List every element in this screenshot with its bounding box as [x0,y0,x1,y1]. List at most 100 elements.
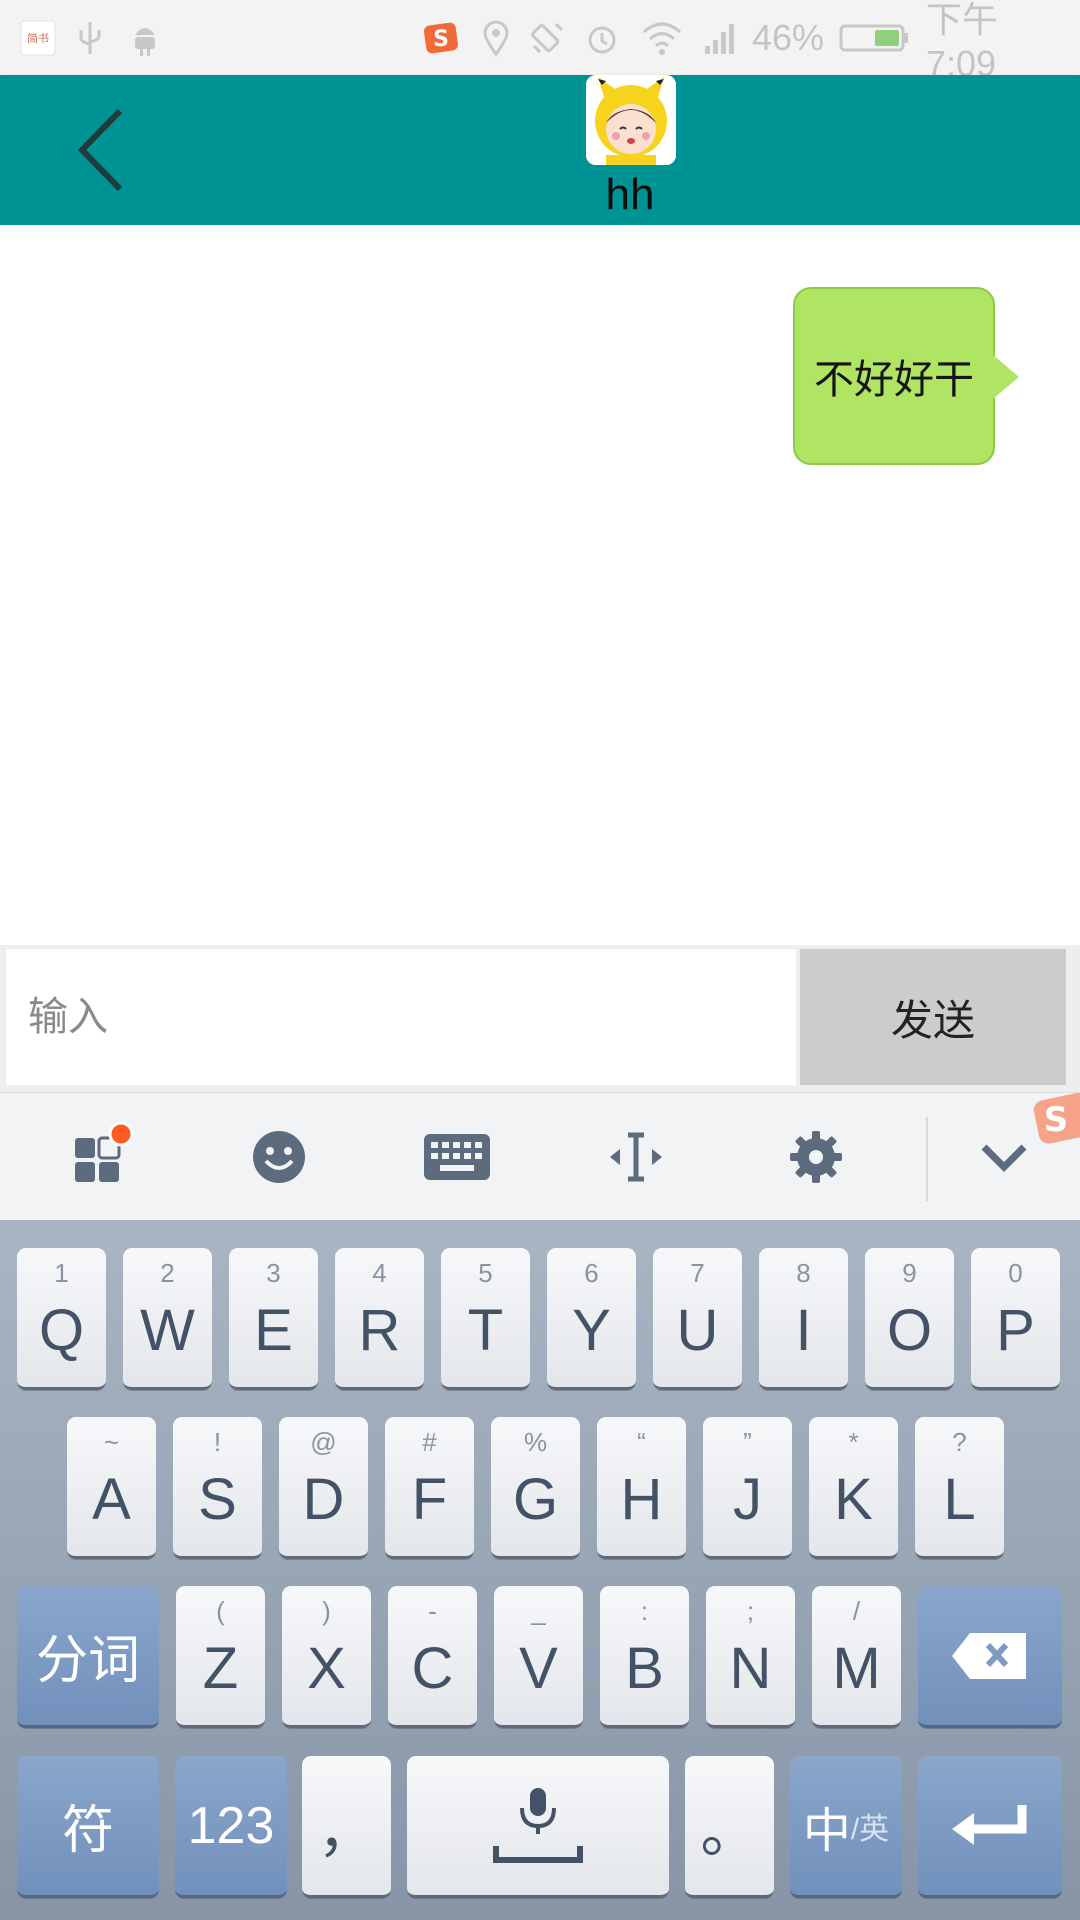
key-k[interactable]: * K [809,1417,898,1559]
enter-icon [952,1804,1027,1845]
key-l[interactable]: ? L [915,1417,1004,1559]
key-letter: E [254,1298,293,1363]
enter-key[interactable] [918,1756,1062,1898]
rotation-icon [528,0,568,75]
key-hint: 6 [584,1258,599,1288]
backspace-key[interactable] [918,1586,1062,1728]
key-z[interactable]: (Z [176,1586,265,1728]
key-hint: 0 [1008,1258,1023,1288]
notification-dot [108,1122,134,1147]
key-m[interactable]: / M [812,1586,901,1728]
key-hint: 2 [160,1258,175,1288]
key-letter: O [886,1298,933,1363]
signal-icon [700,0,740,75]
avatar[interactable] [586,75,676,165]
key-letter: S [198,1467,237,1532]
key-f[interactable]: # F [385,1417,474,1559]
svg-text:S: S [433,27,449,52]
key-letter: D [302,1467,345,1532]
key-d[interactable]: @ D [279,1417,368,1559]
key-letter: A [92,1467,131,1532]
segment-key[interactable]: 分词 [17,1586,159,1728]
apps-grid-button[interactable] [40,1093,160,1221]
key-y[interactable]: 6Y [547,1248,636,1390]
jianshu-app-icon: 简书 [18,0,58,75]
key-letter: Q [38,1298,85,1363]
key-hint: 5 [478,1258,493,1288]
key-s[interactable]: ! S [173,1417,262,1559]
back-button[interactable] [60,105,150,195]
numbers-key-label: 123 [187,1796,275,1855]
key-hint: : [640,1596,649,1626]
key-hint: 1 [54,1258,69,1288]
period-key[interactable]: 。 [685,1756,774,1898]
key-n[interactable]: ; N [706,1586,795,1728]
key-letter: J [733,1467,762,1532]
key-letter: V [519,1636,558,1701]
key-hint: ( [216,1596,225,1626]
key-p[interactable]: 0P [971,1248,1060,1390]
key-hint: * [848,1427,859,1457]
key-letter: U [676,1298,719,1363]
key-w[interactable]: 2W [123,1248,212,1390]
key-o[interactable]: 9O [865,1248,954,1390]
key-hint: / [852,1596,861,1626]
key-letter: K [834,1467,873,1532]
key-letter: W [140,1298,195,1363]
key-hint: ? [952,1427,967,1457]
key-hint: 9 [902,1258,917,1288]
key-letter: B [625,1636,664,1701]
cursor-move-icon [610,1132,662,1182]
key-v[interactable]: _ V [494,1586,583,1728]
key-q[interactable]: 1Q [17,1248,106,1390]
message-bubble-outgoing[interactable]: 不好好干 [793,287,995,465]
key-hint: _ [531,1596,546,1626]
language-sub-label: /英 [850,1812,890,1846]
key-letter: L [943,1467,976,1532]
sogou-ime-icon: S [420,0,462,75]
key-x[interactable]: ) X [282,1586,371,1728]
key-j[interactable]: ” J [703,1417,792,1559]
key-u[interactable]: 7U [653,1248,742,1390]
key-t[interactable]: 5T [441,1248,530,1390]
numbers-key[interactable]: 123 [175,1756,287,1898]
symbols-key[interactable]: 符 [17,1756,159,1898]
android-debug-icon [125,0,165,75]
cursor-move-button[interactable] [576,1093,696,1221]
sogou-logo-icon: S [1030,1091,1080,1145]
comma-key[interactable]: ， [302,1756,391,1898]
key-i[interactable]: 8I [759,1248,848,1390]
key-hint: ; [746,1596,755,1626]
battery-percent: 46% [751,16,825,58]
keyboard-switch-button[interactable] [397,1093,517,1221]
key-h[interactable]: “H [597,1417,686,1559]
key-c[interactable]: -C [388,1586,477,1728]
message-input[interactable] [6,949,796,1085]
toolbar-divider [926,1117,928,1201]
key-r[interactable]: 4R [335,1248,424,1390]
chat-area[interactable]: 不好好干 [0,225,1080,945]
settings-gear-icon [790,1131,842,1183]
collapse-chevron-icon [981,1144,1027,1172]
key-a[interactable]: ~ A [67,1417,156,1559]
language-main-label: 中 [802,1804,851,1858]
key-letter: G [512,1467,559,1532]
key-hint: 3 [266,1258,281,1288]
key-letter: M [832,1636,881,1701]
key-hint: 8 [796,1258,811,1288]
bubble-tail [993,355,1019,399]
key-hint: ” [743,1427,752,1457]
settings-button[interactable] [756,1093,876,1221]
key-letter: F [411,1467,448,1532]
send-button[interactable]: 发送 [800,949,1066,1085]
key-g[interactable]: % G [491,1417,580,1559]
backspace-icon [952,1632,1026,1679]
language-toggle-key[interactable]: 中 /英 [790,1756,902,1898]
emoji-button[interactable] [219,1093,339,1221]
key-e[interactable]: 3E [229,1248,318,1390]
key-letter: H [620,1467,663,1532]
key-b[interactable]: :B [600,1586,689,1728]
segment-key-label: 分词 [35,1632,140,1690]
svg-text:简书: 简书 [27,31,49,45]
space-key[interactable] [407,1756,669,1898]
